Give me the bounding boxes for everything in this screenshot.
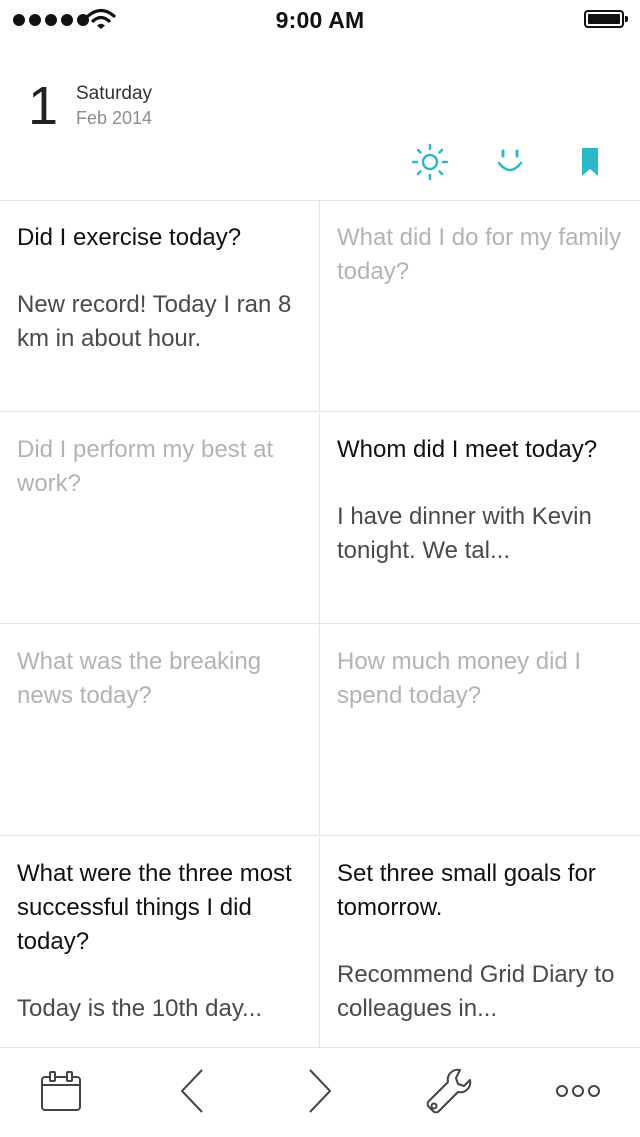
battery-icon (584, 10, 628, 28)
question-text: Did I perform my best at work? (17, 436, 274, 497)
grid-cell[interactable]: Did I perform my best at work? (0, 413, 320, 624)
day-number[interactable]: 1 (28, 76, 58, 136)
chevron-right-icon (309, 1069, 332, 1113)
diary-grid: Did I exercise today? New record! Today … (0, 201, 640, 1048)
status-time: 9:00 AM (275, 7, 365, 33)
settings-button[interactable] (424, 1066, 474, 1116)
sun-icon (411, 143, 449, 181)
grid-cell[interactable]: Whom did I meet today? I have dinner wit… (320, 413, 640, 624)
question-text: What was the breaking news today? (17, 648, 262, 709)
weekday-label: Saturday (76, 83, 153, 104)
bookmark-icon (582, 148, 598, 176)
month-year-label: Feb 2014 (76, 108, 153, 128)
answer-text: Recommend Grid Diary to colleagues in... (337, 961, 615, 1022)
mood-button[interactable] (490, 142, 530, 182)
weather-button[interactable] (410, 142, 450, 182)
more-button[interactable] (553, 1066, 603, 1116)
question-text: Did I exercise today? (17, 224, 242, 251)
answer-text: I have dinner with Kevin tonight. We tal… (337, 503, 592, 564)
question-text: How much money did I spend today? (337, 648, 582, 709)
question-text: What were the three most successful thin… (17, 860, 292, 955)
calendar-icon (41, 1071, 81, 1111)
status-bar: 9:00 AM (0, 0, 640, 40)
next-day-button[interactable] (294, 1066, 344, 1116)
answer-text: Today is the 10th day... (17, 995, 263, 1022)
chevron-left-icon (180, 1069, 203, 1113)
smile-icon (497, 149, 523, 172)
grid-cell[interactable]: Set three small goals for tomorrow. Reco… (320, 837, 640, 1048)
question-text: What did I do for my family today? (337, 224, 622, 285)
calendar-button[interactable] (36, 1066, 86, 1116)
answer-text: New record! Today I ran 8 km in about ho… (17, 291, 292, 352)
bookmark-button[interactable] (570, 142, 610, 182)
grid-cell[interactable]: What did I do for my family today? (320, 201, 640, 412)
grid-cell[interactable]: How much money did I spend today? (320, 625, 640, 836)
wrench-icon (426, 1068, 472, 1114)
question-text: Set three small goals for tomorrow. (337, 860, 596, 921)
grid-cell[interactable]: What were the three most successful thin… (0, 837, 320, 1048)
more-icon (556, 1085, 600, 1097)
previous-day-button[interactable] (168, 1066, 218, 1116)
grid-cell[interactable]: What was the breaking news today? (0, 625, 320, 836)
bottom-toolbar (0, 1047, 640, 1137)
grid-cell[interactable]: Did I exercise today? New record! Today … (0, 201, 320, 412)
date-header: 1 Saturday Feb 2014 (0, 40, 640, 201)
question-text: Whom did I meet today? (337, 436, 598, 463)
